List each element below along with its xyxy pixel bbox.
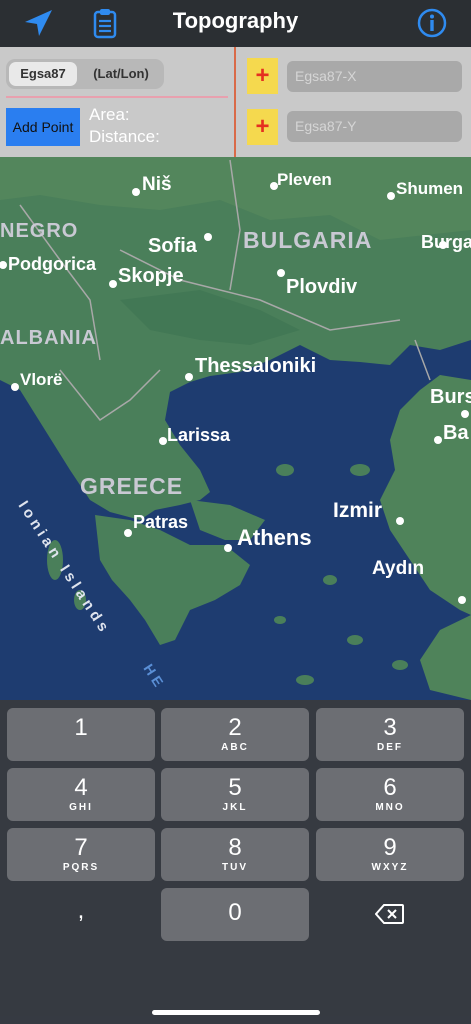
map-city-podgorica: Podgorica [8,254,97,274]
backspace-icon [374,904,404,924]
map-city-skopje: Skopje [118,265,184,287]
map-city-patras: Patras [133,512,188,532]
coordinate-system-segmented-control[interactable]: Egsa87 (Lat/Lon) [6,59,164,89]
divider [234,47,236,157]
egsa87-x-field[interactable]: Egsa87-X [287,61,462,92]
key-3[interactable]: 3 DEF [316,708,464,761]
key-8[interactable]: 8 TUV [161,828,309,881]
map-city-larissa: Larissa [167,425,231,445]
map-city-athens: Athens [237,525,312,550]
home-indicator[interactable] [152,1010,320,1015]
segment-egsa87[interactable]: Egsa87 [9,62,77,86]
key-6[interactable]: 6 MNO [316,768,464,821]
key-4[interactable]: 4 GHI [7,768,155,821]
add-x-plus-button[interactable]: + [247,58,278,94]
map-city-nis: Niš [142,174,172,195]
key-7[interactable]: 7 PQRS [7,828,155,881]
key-comma[interactable]: , [7,888,155,941]
map-city-aydin: Aydın [372,558,424,579]
map-city-burgas: Burga [421,232,471,252]
map-city-pleven: Pleven [277,170,332,189]
segment-lat-lon[interactable]: (Lat/Lon) [82,62,160,86]
divider [6,96,228,98]
map-region-negro: NEGRO [0,220,78,242]
map-city-shumen: Shumen [396,179,463,198]
add-y-plus-button[interactable]: + [247,109,278,145]
map-city-vlore: Vlorë [20,370,63,389]
key-9[interactable]: 9 WXYZ [316,828,464,881]
map-region-albania: ALBANIA [0,327,97,349]
map-region-bulgaria: BULGARIA [243,227,372,253]
key-2[interactable]: 2 ABC [161,708,309,761]
egsa87-y-field[interactable]: Egsa87-Y [287,111,462,142]
distance-label: Distance: [89,127,160,146]
key-5[interactable]: 5 JKL [161,768,309,821]
map-city-izmir: Izmir [333,499,382,522]
area-label: Area: [89,105,130,124]
navigation-bar: Topography [0,0,471,47]
info-icon[interactable] [415,6,449,40]
map-city-ba: Ba [443,422,469,444]
delete-key[interactable] [316,888,464,941]
map-city-thessaloniki: Thessaloniki [195,355,316,377]
map-city-plovdiv: Plovdiv [286,276,358,298]
map-city-sofia: Sofia [148,235,198,257]
map-city-bursa: Burs [430,386,471,408]
page-title: Topography [172,8,299,33]
add-point-button[interactable]: Add Point [6,108,80,146]
key-0[interactable]: 0 [161,888,309,941]
map-region-greece: GREECE [80,473,183,499]
numeric-keyboard: 1 2 ABC 3 DEF 4 GHI 5 JKL 6 MNO 7 PQRS 8 TUV 9W… [0,700,471,1024]
key-1[interactable]: 1 [7,708,155,761]
